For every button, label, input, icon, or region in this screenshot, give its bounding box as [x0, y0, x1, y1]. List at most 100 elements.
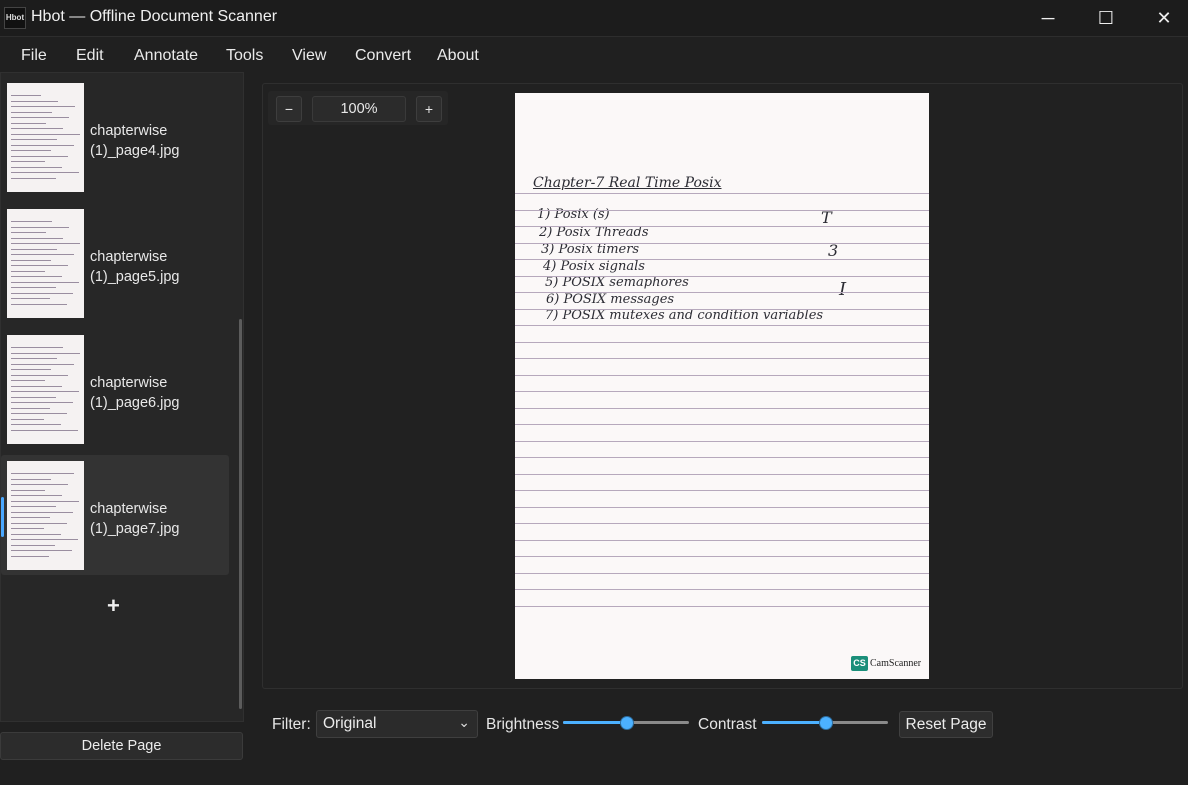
page-rule-line [515, 375, 929, 376]
thumbnail-text-line [11, 232, 46, 233]
thumbnail-text-line [11, 533, 61, 535]
page-rule-line [515, 292, 929, 293]
thumbnail-text-line [11, 144, 74, 146]
page-list-item[interactable]: chapterwise (1)_page4.jpg [1, 77, 229, 197]
thumbnail-text-line [11, 166, 62, 168]
thumbnail-text-line [11, 122, 46, 124]
page-thumbnail [7, 335, 84, 444]
thumbnail-text-line [11, 270, 45, 272]
page-rule-line [515, 589, 929, 590]
page-rule-line [515, 457, 929, 458]
thumbnail-text-line [11, 276, 62, 277]
menu-annotate[interactable]: Annotate [134, 47, 198, 65]
thumbnail-text-line [11, 484, 68, 485]
thumbnail-text-line [11, 226, 69, 228]
thumbnail-text-line [11, 528, 44, 529]
thumbnail-text-line [11, 506, 56, 507]
selection-marker [1, 497, 4, 537]
page-list-item[interactable]: chapterwise (1)_page6.jpg [1, 329, 229, 449]
thumbnail-text-line [11, 511, 73, 513]
thumbnail-text-line [11, 522, 67, 524]
thumbnail-text-line [11, 550, 72, 551]
page-thumbnail [7, 209, 84, 318]
thumbnail-text-line [11, 500, 79, 502]
add-page-button[interactable]: + [107, 593, 120, 619]
thumbnail-text-line [11, 292, 73, 294]
maximize-icon: ☐ [1097, 7, 1115, 28]
thumbnail-text-line [11, 177, 56, 179]
filter-select[interactable]: Original ⌄ [316, 710, 478, 738]
thumbnail-text-line [11, 380, 45, 381]
title-bar: Hbot Hbot — Offline Document Scanner ─ ☐… [0, 0, 1188, 36]
thumbnail-text-line [11, 374, 68, 376]
thumbnail-text-line [11, 161, 45, 162]
zoom-in-button[interactable]: + [416, 96, 442, 122]
reset-page-button[interactable]: Reset Page [899, 711, 993, 738]
thumbnail-text-line [11, 237, 63, 239]
page-list-item-selected[interactable]: chapterwise (1)_page7.jpg [1, 455, 229, 575]
thumbnail-text-line [11, 303, 67, 305]
thumbnail-text-line [11, 150, 51, 151]
page-list-panel: chapterwise (1)_page4.jpg chapterwise (1… [0, 72, 244, 722]
thumbnail-text-line [11, 139, 57, 140]
thumbnail-text-line [11, 352, 80, 354]
camscanner-watermark: CS CamScanner [851, 656, 921, 671]
brightness-handle[interactable] [620, 716, 634, 730]
filter-label: Filter: [272, 716, 311, 733]
page-thumbnail [7, 461, 84, 570]
page-rule-line [515, 259, 929, 260]
menu-convert[interactable]: Convert [355, 47, 411, 65]
minimize-button[interactable]: ─ [1019, 0, 1077, 36]
page-rule-line [515, 556, 929, 557]
menu-file[interactable]: File [21, 47, 47, 65]
page-name: chapterwise (1)_page5.jpg [90, 249, 180, 285]
thumbnail-text-line [11, 133, 80, 135]
page-rule-line [515, 193, 929, 194]
page-rule-line [515, 424, 929, 425]
menu-bar: File Edit Annotate Tools View Convert Ab… [0, 36, 1188, 73]
margin-mark: I [839, 279, 847, 300]
menu-about[interactable]: About [437, 47, 479, 65]
contrast-label: Contrast [698, 716, 757, 733]
page-line: 3) Posix timers [541, 242, 640, 257]
page-line: 5) POSIX semaphores [545, 275, 689, 290]
thumbnail-text-line [11, 111, 52, 113]
brightness-slider[interactable] [563, 716, 689, 730]
contrast-handle[interactable] [819, 716, 833, 730]
thumbnail-text-line [11, 544, 55, 546]
page-rule-line [515, 358, 929, 359]
thumbnail-text-line [11, 265, 68, 266]
menu-tools[interactable]: Tools [226, 47, 263, 65]
page-list-item[interactable]: chapterwise (1)_page5.jpg [1, 203, 229, 323]
menu-edit[interactable]: Edit [76, 47, 104, 65]
thumbnail-text-line [11, 424, 61, 425]
close-button[interactable]: ✕ [1135, 0, 1188, 36]
thumbnail-text-line [11, 418, 44, 420]
thumbnail-text-line [11, 396, 56, 398]
thumbnail-text-line [11, 172, 79, 173]
thumbnail-text-line [11, 407, 50, 409]
thumbnail-text-line [11, 100, 58, 102]
page-rule-line [515, 490, 929, 491]
thumbnail-text-line [11, 429, 78, 431]
menu-view[interactable]: View [292, 47, 326, 65]
page-line: 6) POSIX messages [546, 292, 675, 307]
page-rule-line [515, 391, 929, 392]
page-list-scrollbar[interactable] [239, 319, 242, 709]
thumbnail-text-line [11, 155, 68, 157]
document-page: Chapter-7 Real Time Posix 1) Posix (s) 2… [515, 93, 929, 679]
thumbnail-text-line [11, 391, 79, 392]
thumbnail-text-line [11, 369, 51, 370]
contrast-slider[interactable] [762, 716, 888, 730]
maximize-button[interactable]: ☐ [1077, 0, 1135, 36]
brightness-label: Brightness [486, 716, 560, 733]
thumbnail-text-line [11, 259, 51, 261]
page-line: 4) Posix signals [543, 259, 645, 274]
zoom-level[interactable]: 100% [312, 96, 406, 122]
page-rule-line [515, 523, 929, 524]
thumbnail-text-line [11, 385, 62, 387]
delete-page-button[interactable]: Delete Page [0, 732, 243, 760]
zoom-out-button[interactable]: − [276, 96, 302, 122]
thumbnail-text-line [11, 106, 75, 107]
app-icon: Hbot [4, 7, 26, 29]
